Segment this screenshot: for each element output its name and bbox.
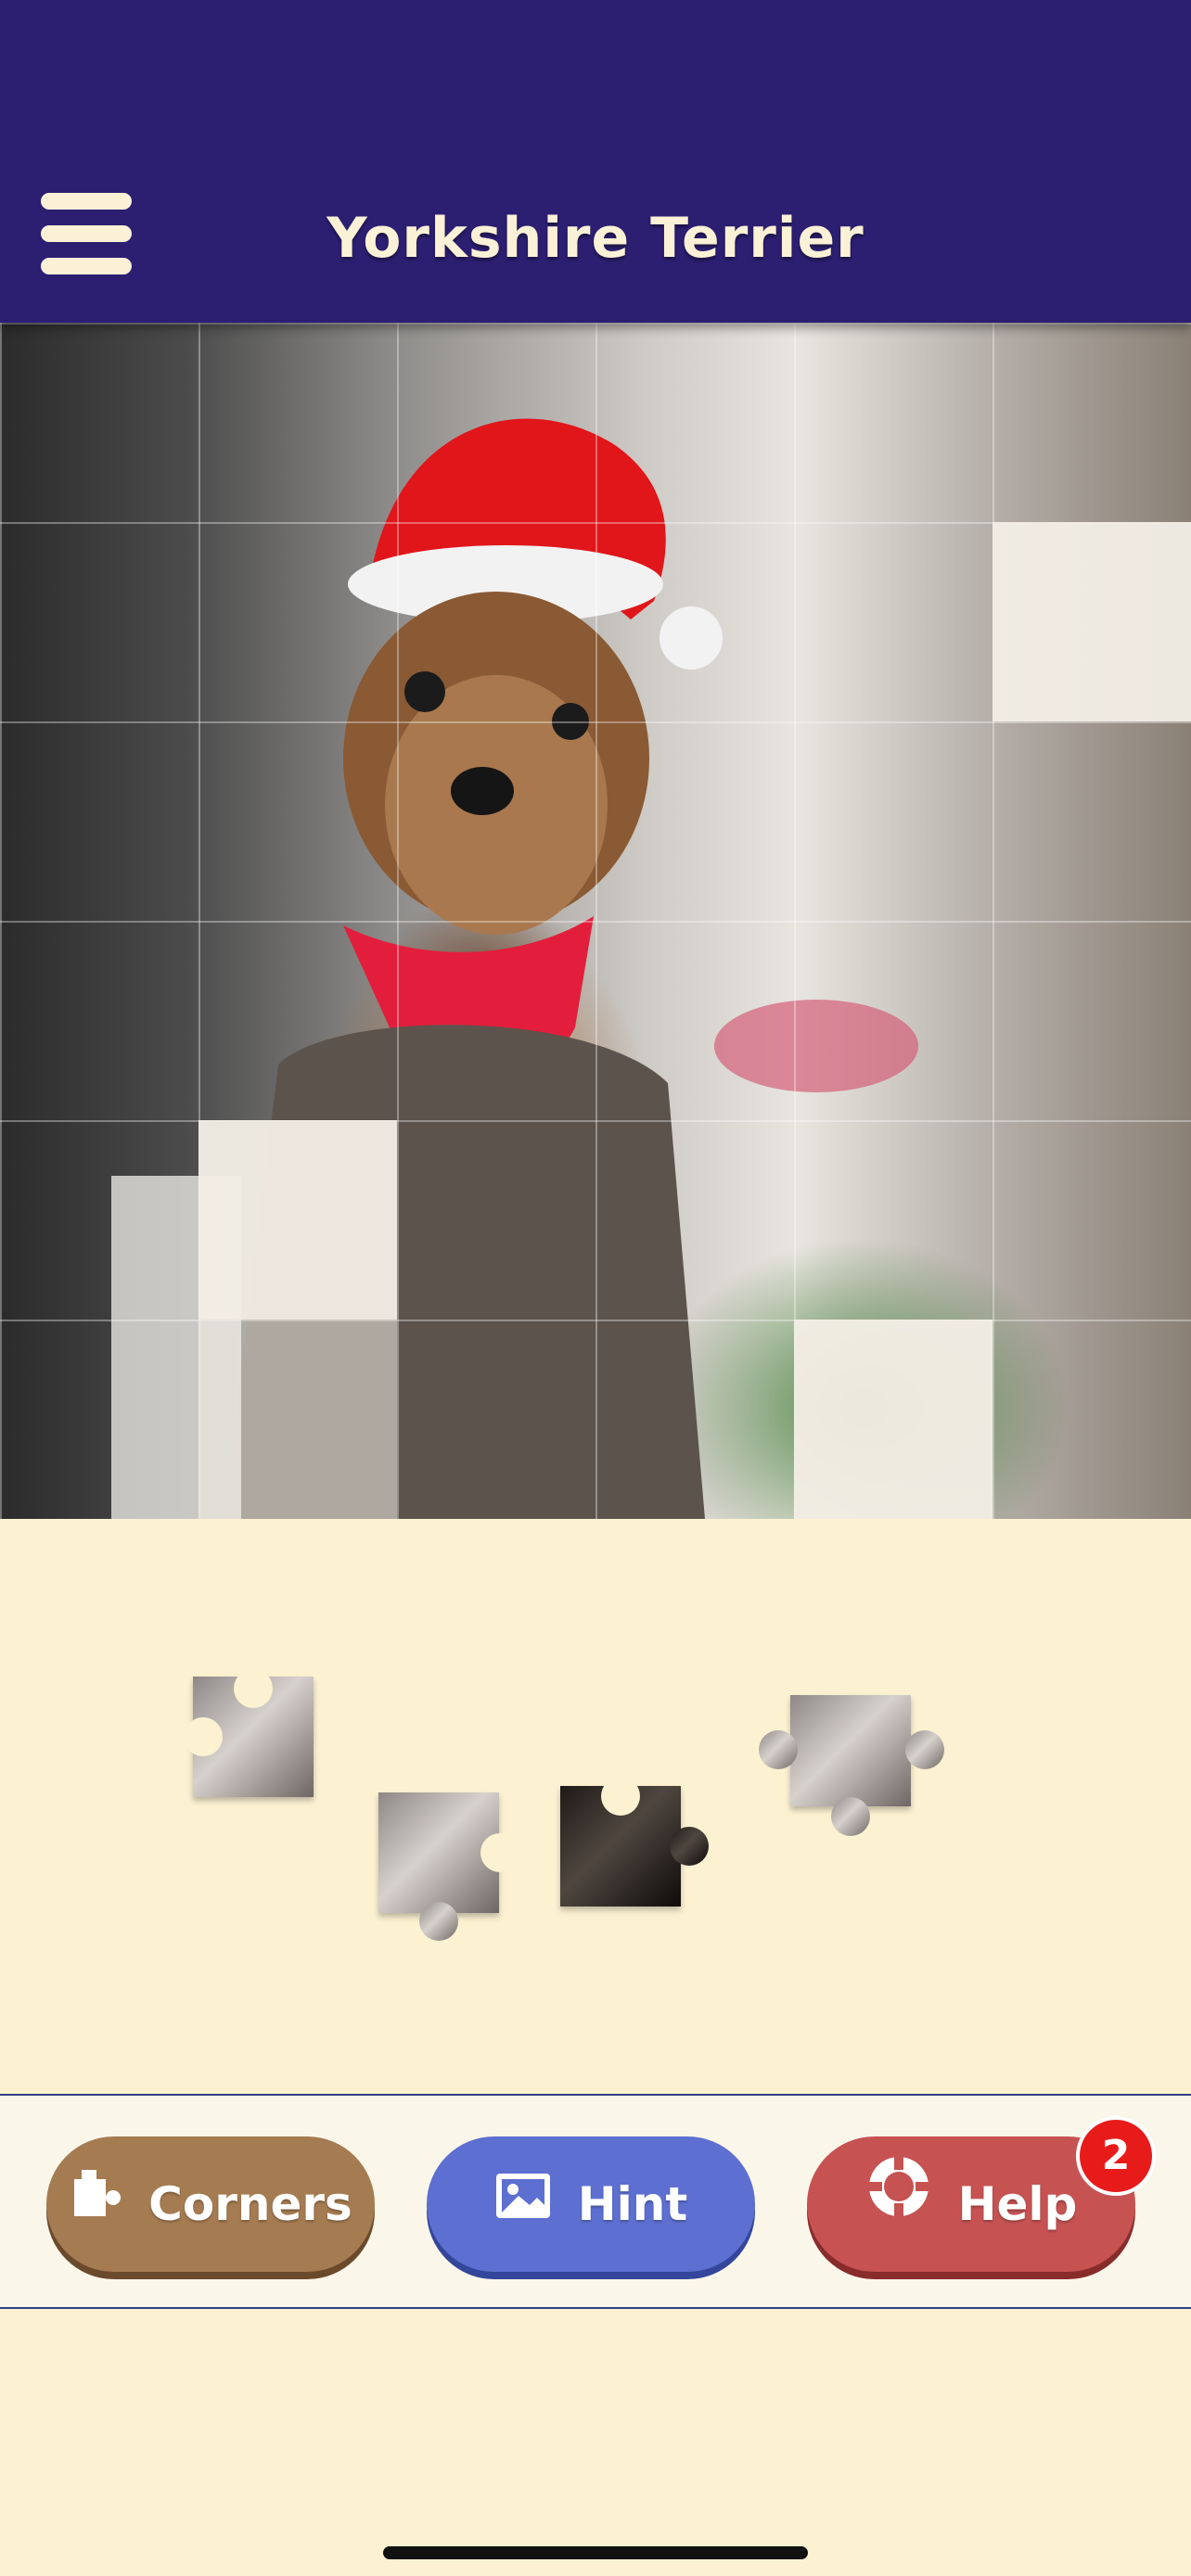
empty-slot[interactable] — [794, 1320, 992, 1519]
puzzle-piece[interactable] — [378, 1792, 519, 1941]
puzzle-grid — [0, 323, 1191, 1519]
puzzle-piece[interactable] — [184, 1669, 314, 1797]
piece-tray — [0, 1519, 1191, 2094]
empty-slot[interactable] — [992, 522, 1191, 721]
image-icon — [494, 2136, 552, 2272]
hint-button[interactable]: Hint — [427, 2136, 755, 2272]
empty-slot[interactable] — [198, 1320, 397, 1519]
help-count-badge: 2 — [1076, 2116, 1156, 2196]
puzzle-piece[interactable] — [560, 1777, 709, 1906]
app-header: Yorkshire Terrier — [0, 0, 1191, 323]
bottom-toolbar: Corners Hint Help 2 — [0, 2094, 1191, 2309]
corners-button[interactable]: Corners — [46, 2136, 375, 2272]
help-label: Help — [957, 2177, 1078, 2231]
home-indicator[interactable] — [383, 2546, 808, 2559]
puzzle-board[interactable] — [0, 323, 1191, 1519]
puzzle-piece[interactable] — [759, 1695, 944, 1836]
hint-label: Hint — [577, 2177, 688, 2231]
puzzle-piece-icon — [69, 2136, 122, 2272]
empty-slot[interactable] — [198, 1120, 397, 1320]
corners-label: Corners — [148, 2177, 352, 2231]
page-title: Yorkshire Terrier — [327, 206, 864, 271]
lifebuoy-icon — [865, 2136, 932, 2272]
